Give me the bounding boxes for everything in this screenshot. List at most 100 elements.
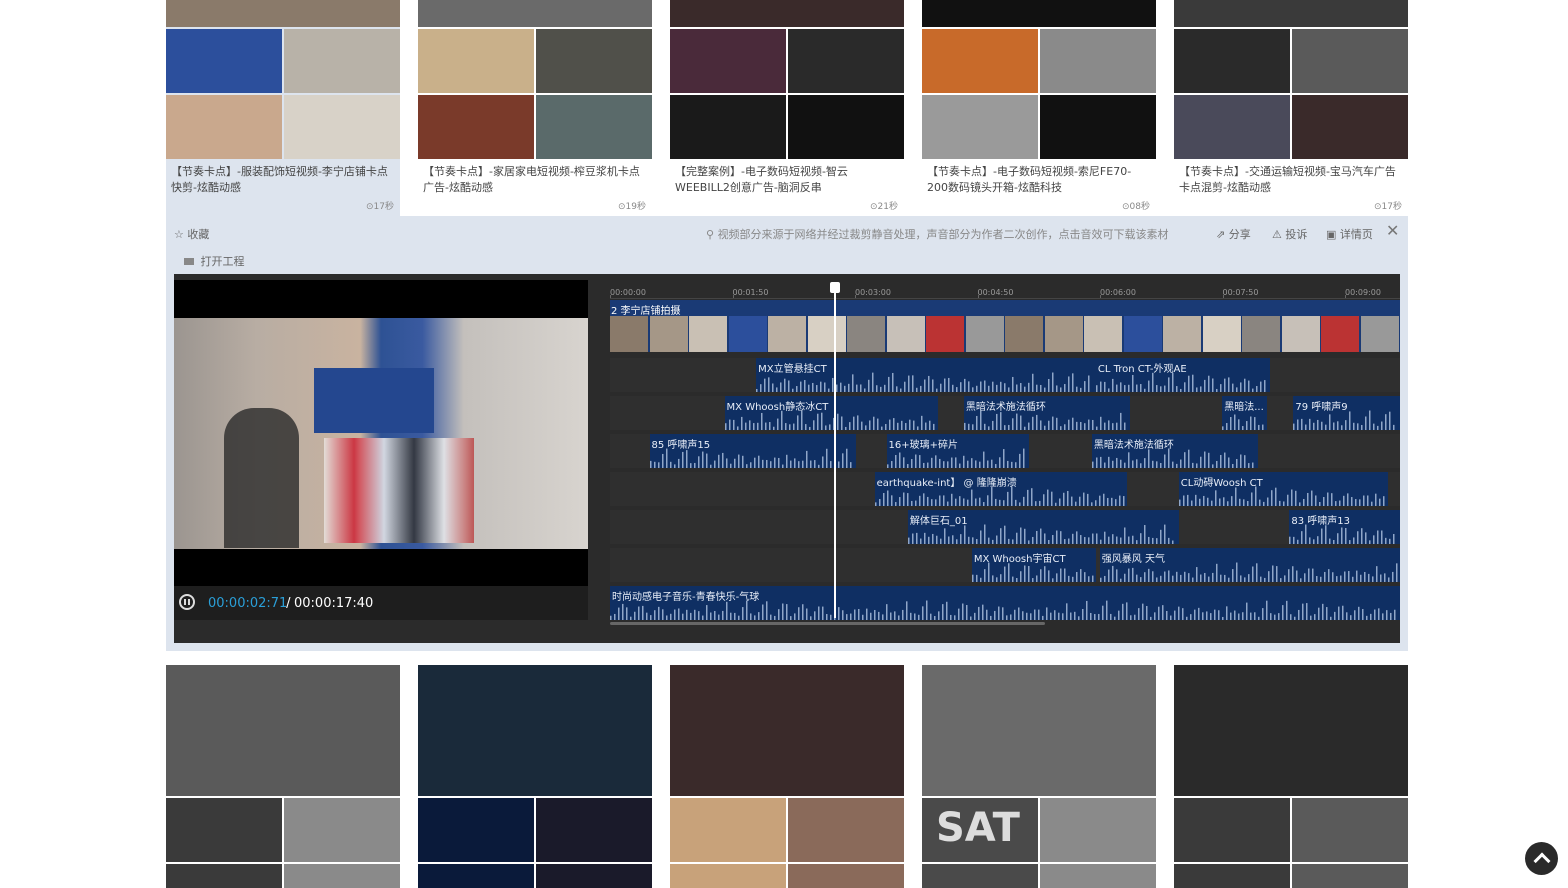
pause-button[interactable] [179, 594, 195, 610]
waveform-bar [1310, 490, 1313, 506]
audio-clip[interactable]: 解体巨石_01 [907, 510, 1179, 544]
waveform-bar [911, 533, 914, 544]
waveform-bar [992, 381, 994, 392]
audio-clip[interactable]: 83 呼啸声13 [1289, 510, 1400, 544]
audio-clip[interactable]: CL Tron CT-外观AE [1095, 358, 1270, 392]
playhead[interactable] [830, 282, 841, 618]
waveform-bar [1023, 528, 1026, 544]
audio-lane[interactable]: 85 呼啸声15 16+玻璃+碎片 黑暗法术施法循环 [610, 434, 1400, 468]
video-card[interactable] [166, 665, 400, 888]
timeline[interactable]: 00:00:00 00:01:50 00:03:00 00:04:50 00:06:00… [610, 274, 1400, 643]
video-track[interactable]: 2 李宁店铺拍摄 [610, 300, 1400, 352]
waveform-bar [1171, 461, 1174, 468]
audio-lane[interactable]: MX Whoosh静态冰CT 黑暗法术施法循环 黑暗法... 79 呼啸声9 [610, 396, 1400, 430]
card-duration: ⊙17秒 [366, 202, 394, 212]
video-card[interactable]: 【节奏卡点】-交通运输短视频-宝马汽车广告卡点混剪-炫酷动感 ⊙17秒 [1174, 0, 1408, 216]
video-card[interactable]: 【节奏卡点】-服装配饰短视频-李宁店铺卡点快剪-炫酷动感 ⊙17秒 [166, 0, 400, 216]
card-title[interactable]: 【节奏卡点】-交通运输短视频-宝马汽车广告卡点混剪-炫酷动感 [1179, 164, 1403, 198]
waveform-bar [1103, 381, 1106, 392]
card-title[interactable]: 【完整案例】-电子数码短视频-智云WEEBILL2创意广告-脑洞反串 [675, 164, 899, 198]
report-button[interactable]: ⚠ 投诉 [1272, 226, 1307, 242]
waveform-bar [938, 495, 941, 506]
video-card[interactable] [418, 665, 652, 888]
video-thumb [610, 316, 648, 352]
waveform-bar [840, 382, 842, 392]
details-button[interactable]: ▣ 详情页 [1326, 226, 1373, 242]
audio-lane[interactable]: 时尚动感电子音乐-青春快乐-气球 [610, 586, 1400, 620]
waveform-bar [1030, 613, 1032, 620]
video-thumb [1005, 316, 1043, 352]
video-card[interactable]: 【节奏卡点】-家居家电短视频-榨豆浆机卡点广告-炫酷动感 ⊙19秒 [418, 0, 652, 216]
audio-clip[interactable]: 85 呼啸声15 [649, 434, 857, 468]
audio-clip[interactable]: 黑暗法... [1222, 396, 1268, 430]
waveform-bar [868, 420, 871, 430]
audio-clip[interactable]: 时尚动感电子音乐-青春快乐-气球 [610, 586, 1400, 620]
audio-clip[interactable]: 黑暗法术施法循环 [963, 396, 1130, 430]
waveform-bar [978, 606, 980, 620]
waveform-bar [1010, 486, 1013, 506]
waveform-bar [634, 611, 636, 620]
waveform-bar [801, 460, 803, 468]
waveform-bar [1223, 574, 1226, 582]
waveform-bar [1238, 613, 1240, 620]
waveform-bar [963, 422, 966, 430]
share-button[interactable]: ⇗ 分享 [1216, 226, 1251, 242]
audio-lane[interactable]: MX立管悬挂CT CL Tron CT-外观AE [610, 358, 1400, 392]
timeline-scrollbar[interactable] [610, 622, 1045, 625]
audio-clip[interactable]: MX Whoosh宇宙CT [971, 548, 1096, 582]
card-title[interactable]: 【节奏卡点】-家居家电短视频-榨豆浆机卡点广告-炫酷动感 [423, 164, 647, 198]
waveform-bar [646, 612, 648, 620]
close-button[interactable]: ✕ [1386, 221, 1399, 240]
audio-lane[interactable]: earthquake-int】 @ 隆隆崩溃 CL动碍Woosh CT [610, 472, 1400, 506]
waveform-bar [1035, 530, 1038, 544]
waveform-bar [772, 426, 775, 430]
waveform-bar [971, 537, 974, 544]
card-title[interactable]: 【节奏卡点】-服装配饰短视频-李宁店铺卡点快剪-炫酷动感 [171, 164, 395, 198]
audio-lane[interactable]: 解体巨石_01 83 呼啸声13 [610, 510, 1400, 544]
waveform-bar [1099, 381, 1102, 392]
waveform-bar [884, 424, 887, 430]
video-card[interactable]: 【节奏卡点】-电子数码短视频-索尼FE70-200数码镜头开箱-炫酷科技 ⊙08秒 [922, 0, 1156, 216]
audio-lane[interactable]: MX Whoosh宇宙CT 强风暴风 天气 [610, 548, 1400, 582]
waveform-bar [1099, 416, 1102, 430]
waveform-bar [1098, 613, 1100, 620]
waveform-bar [745, 464, 747, 468]
waveform-bar [1246, 500, 1249, 506]
waveform-bar [1389, 538, 1391, 544]
open-project-button[interactable]: 打开工程 [184, 253, 245, 269]
waveform-bar [1385, 537, 1387, 544]
waveform-bar [940, 383, 942, 392]
audio-clip[interactable]: MX立管悬挂CT [756, 358, 1096, 392]
scroll-top-button[interactable] [1525, 842, 1558, 875]
waveform-bar [838, 607, 840, 620]
playhead-handle[interactable] [830, 282, 841, 293]
waveform-bar [898, 452, 900, 468]
audio-clip[interactable]: 黑暗法术施法循环 [1091, 434, 1258, 468]
audio-clip[interactable]: 16+玻璃+碎片 [886, 434, 1029, 468]
waveform-bar [685, 450, 687, 468]
card-title[interactable]: 【节奏卡点】-电子数码短视频-索尼FE70-200数码镜头开箱-炫酷科技 [927, 164, 1151, 198]
video-card[interactable]: SAT [922, 665, 1156, 888]
video-card[interactable] [670, 665, 904, 888]
audio-clip[interactable]: CL动碍Woosh CT [1178, 472, 1389, 506]
waveform-bar [999, 574, 1002, 582]
favorite-button[interactable]: ☆ 收藏 [174, 226, 209, 242]
video-card[interactable] [1174, 665, 1408, 888]
waveform-bar [784, 423, 787, 430]
audio-clip[interactable]: 79 呼啸声9 [1293, 396, 1400, 430]
waveform-bar [1202, 495, 1205, 506]
audio-clip[interactable]: MX Whoosh静态冰CT [724, 396, 938, 430]
waveform-bar [1067, 419, 1070, 430]
waveform-bar [1374, 493, 1377, 506]
waveform-bar [1159, 575, 1162, 582]
video-card[interactable]: 【完整案例】-电子数码短视频-智云WEEBILL2创意广告-脑洞反串 ⊙21秒 [670, 0, 904, 216]
waveform-bar [796, 386, 798, 392]
waveform-bar [972, 387, 974, 392]
waveform-bar [922, 493, 925, 506]
waveform-bar [1194, 494, 1197, 506]
audio-clip[interactable]: earthquake-int】 @ 隆隆崩溃 [874, 472, 1128, 506]
waveform-bar [1262, 501, 1265, 506]
waveform-bar [813, 460, 815, 468]
audio-clip[interactable]: 强风暴风 天气 [1099, 548, 1400, 582]
thumbnail-main [1174, 665, 1408, 796]
